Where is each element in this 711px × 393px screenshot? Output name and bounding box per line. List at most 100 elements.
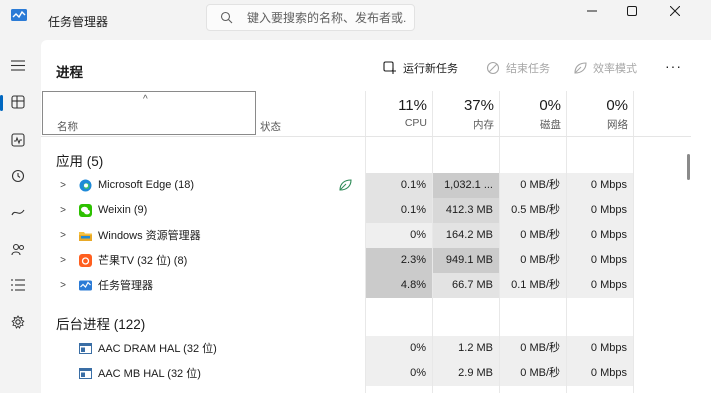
header-divider [41, 136, 691, 137]
services-icon [11, 315, 25, 329]
cpu-cell: 0.1% [366, 173, 432, 198]
close-button[interactable] [657, 0, 693, 22]
folder-icon [79, 231, 92, 241]
table-row[interactable]: AAC DRAM HAL (32 位) [79, 338, 217, 358]
column-header-status[interactable]: 状态 [260, 119, 281, 134]
nav-item-app-history[interactable] [6, 164, 30, 188]
cpu-label: CPU [404, 117, 427, 129]
disk-total: 0% [539, 97, 561, 114]
edge-icon [79, 179, 92, 191]
nav-item-processes[interactable] [6, 90, 30, 114]
cpu-cell: 0% [366, 336, 432, 361]
network-cell: 0 Mbps [567, 173, 633, 198]
efficiency-mode-label: 效率模式 [593, 63, 637, 75]
nav-item-services[interactable] [6, 310, 30, 334]
nav-item-users[interactable] [6, 237, 30, 261]
app-window-icon [79, 342, 92, 354]
cpu-cell: 0% [366, 361, 432, 386]
search-input[interactable] [247, 9, 407, 27]
network-cell: 0 Mbps [567, 336, 633, 361]
minimize-button[interactable] [574, 0, 610, 22]
memory-total: 37% [463, 97, 494, 114]
app-window-icon [79, 367, 92, 379]
nav-rail [0, 40, 36, 393]
memory-cell: 1,032.1 ... [433, 173, 499, 198]
end-task-button[interactable]: 结束任务 [486, 59, 550, 77]
wechat-icon [79, 203, 92, 217]
chevron-right-icon[interactable]: > [55, 180, 71, 191]
performance-icon [11, 133, 25, 147]
maximize-button[interactable] [614, 0, 650, 22]
table-row[interactable]: > 任务管理器 [55, 275, 153, 295]
chevron-right-icon[interactable]: > [55, 230, 71, 241]
minimize-icon [587, 10, 597, 12]
end-task-label: 结束任务 [506, 63, 550, 75]
disk-cell: 0.5 MB/秒 [500, 198, 566, 223]
disk-label: 磁盘 [540, 119, 561, 131]
efficiency-mode-button[interactable]: 效率模式 [573, 59, 637, 77]
task-manager-icon [79, 280, 92, 290]
run-new-task-button[interactable]: 运行新任务 [383, 59, 458, 77]
efficiency-leaf-icon [574, 62, 587, 74]
process-name: 芒果TV (32 位) (8) [98, 255, 188, 267]
nav-item-details[interactable] [6, 273, 30, 297]
sort-ascending-icon: ^ [143, 94, 148, 105]
table-row[interactable]: > 芒果TV (32 位) (8) [55, 250, 187, 270]
chevron-right-icon[interactable]: > [55, 280, 71, 291]
table-row[interactable]: > Weixin (9) [55, 200, 147, 220]
network-cell: 0 Mbps [567, 223, 633, 248]
end-task-icon [486, 61, 500, 75]
main-content: 进程 运行新任务 结束任务 效率模式 ··· ^ 名称 状态 11% CPU 3… [41, 40, 711, 393]
column-header-cpu[interactable]: 11% CPU [367, 97, 427, 129]
process-name: Weixin (9) [98, 204, 148, 216]
users-icon [11, 243, 24, 256]
table-row[interactable]: > Microsoft Edge (18) [55, 175, 194, 195]
disk-cell: 0 MB/秒 [500, 173, 566, 198]
memory-cell: 1.2 MB [433, 336, 499, 361]
maximize-icon [627, 6, 637, 16]
menu-button[interactable] [6, 53, 30, 77]
nav-item-startup[interactable] [6, 201, 30, 225]
process-name: Windows 资源管理器 [98, 230, 201, 242]
network-cell: 0 Mbps [567, 198, 633, 223]
vertical-scrollbar[interactable] [687, 154, 690, 180]
column-header-disk[interactable]: 0% 磁盘 [501, 97, 561, 132]
search-box[interactable] [206, 4, 415, 31]
search-icon [220, 11, 233, 24]
table-row[interactable]: > Windows 资源管理器 [55, 225, 201, 245]
run-new-task-label: 运行新任务 [403, 63, 458, 75]
memory-label: 内存 [473, 119, 494, 131]
process-name: 任务管理器 [98, 280, 153, 292]
details-icon [11, 279, 25, 291]
column-header-memory[interactable]: 37% 内存 [434, 97, 494, 132]
process-name: Microsoft Edge (18) [98, 179, 194, 191]
efficiency-leaf-icon [339, 179, 352, 191]
window-title: 任务管理器 [48, 15, 109, 29]
run-task-icon [383, 61, 396, 74]
chevron-right-icon[interactable]: > [55, 205, 71, 216]
disk-cell: 0 MB/秒 [500, 361, 566, 386]
column-header-network[interactable]: 0% 网络 [568, 97, 628, 132]
memory-cell: 164.2 MB [433, 223, 499, 248]
group-title-background: 后台进程 (122) [56, 317, 146, 332]
name-column-label: 名称 [57, 121, 78, 133]
chevron-right-icon[interactable]: > [55, 255, 71, 266]
page-title: 进程 [56, 65, 83, 80]
more-options-button[interactable]: ··· [665, 58, 682, 74]
memory-cell: 412.3 MB [433, 198, 499, 223]
network-label: 网络 [607, 119, 628, 131]
cpu-cell: 0% [366, 223, 432, 248]
startup-icon [11, 209, 25, 216]
processes-icon [11, 95, 25, 109]
process-name: AAC DRAM HAL (32 位) [98, 343, 217, 355]
cpu-cell: 0.1% [366, 198, 432, 223]
cpu-total: 11% [398, 97, 427, 114]
column-header-name[interactable]: ^ 名称 [42, 91, 256, 135]
menu-icon [11, 59, 25, 71]
nav-active-indicator [0, 95, 3, 111]
network-total: 0% [606, 97, 628, 114]
disk-cell: 0.1 MB/秒 [500, 273, 566, 298]
table-row[interactable]: AAC MB HAL (32 位) [79, 363, 201, 383]
cpu-cell: 4.8% [366, 273, 432, 298]
nav-item-performance[interactable] [6, 128, 30, 152]
